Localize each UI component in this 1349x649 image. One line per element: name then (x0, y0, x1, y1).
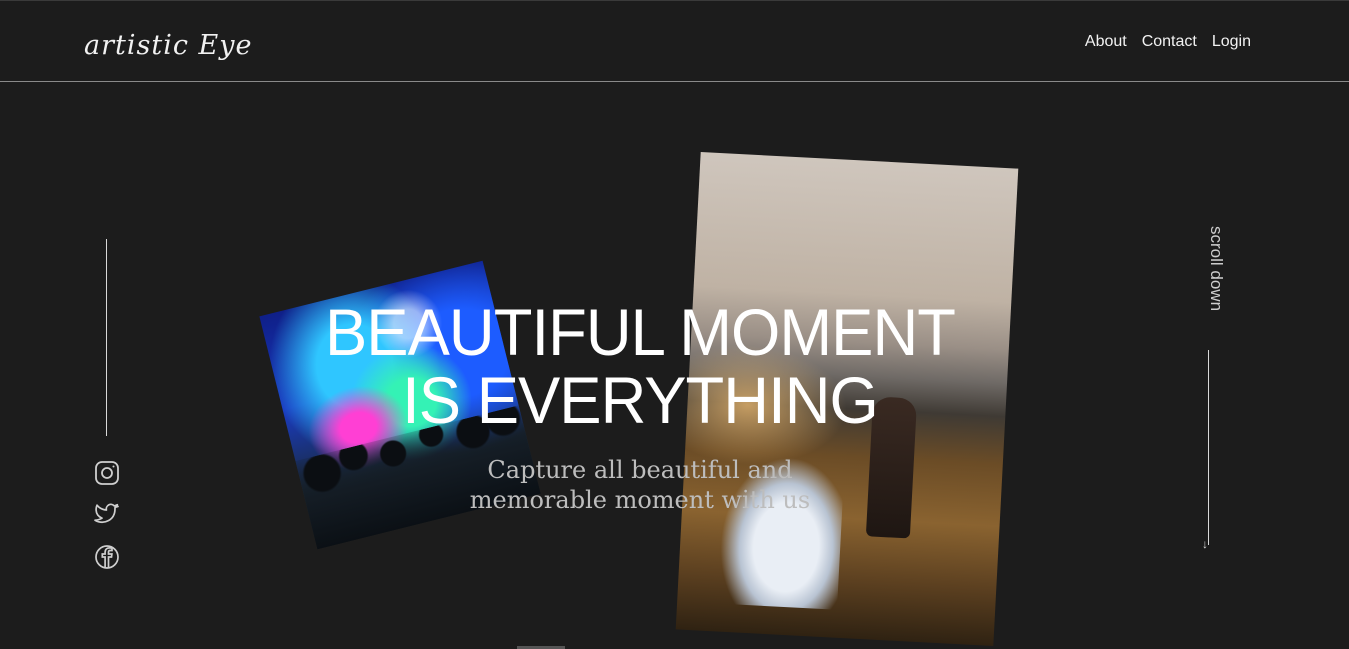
scroll-line (1208, 350, 1209, 545)
logo[interactable]: artistic Eye (84, 14, 264, 76)
nav-login-link[interactable]: Login (1212, 33, 1251, 51)
twitter-icon[interactable] (93, 500, 121, 528)
nav-contact-link[interactable]: Contact (1142, 33, 1197, 51)
main-nav: About Contact Login (1085, 33, 1251, 51)
headline-line-1: BEAUTIFUL MOMENT (325, 295, 956, 369)
instagram-icon[interactable] (93, 459, 121, 487)
subtitle-line-2: memorable moment with us (469, 486, 811, 514)
logo-text: artistic Eye (84, 30, 253, 61)
scroll-down-label[interactable]: scroll down (1196, 226, 1226, 336)
subtitle-line-1: Capture all beautiful and (487, 456, 793, 484)
hero-subtitle: Capture all beautiful and memorable mome… (420, 455, 860, 515)
headline-line-2: IS EVERYTHING (402, 363, 879, 437)
hero-headline: BEAUTIFUL MOMENT IS EVERYTHING (266, 298, 1015, 434)
left-vertical-line (106, 239, 107, 436)
site-header: artistic Eye About Contact Login (0, 0, 1349, 82)
arrow-down-icon[interactable]: ↓ (1202, 538, 1208, 550)
nav-about-link[interactable]: About (1085, 33, 1127, 51)
top-divider (0, 0, 1349, 1)
facebook-icon[interactable] (93, 543, 121, 571)
